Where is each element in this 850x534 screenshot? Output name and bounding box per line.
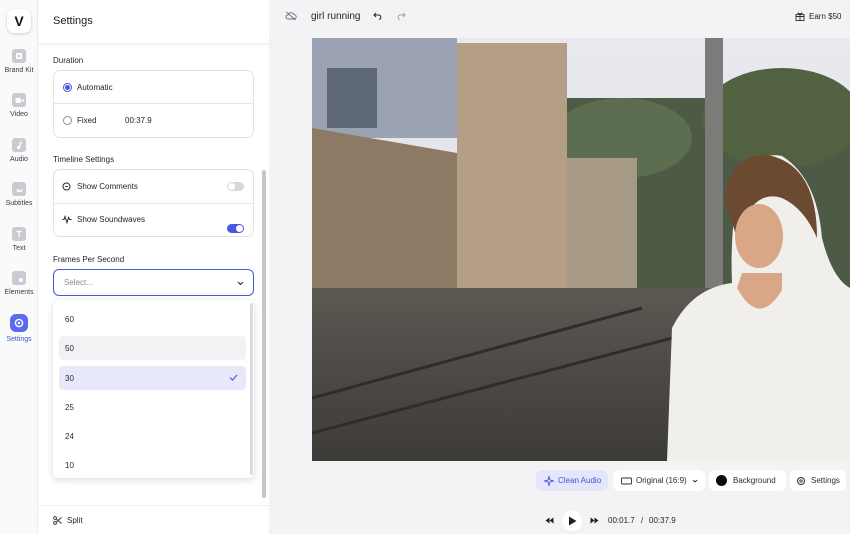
earn-button[interactable]: Earn $50 (809, 12, 841, 21)
undo-icon[interactable] (373, 12, 382, 22)
time-separator: / (641, 516, 644, 525)
text-icon (12, 227, 26, 241)
timeline-divider (54, 203, 253, 204)
rail-label-elements: Elements (4, 289, 34, 296)
background-color-swatch (716, 475, 727, 486)
fixed-radio[interactable] (63, 116, 72, 125)
rail-label-brand-kit: Brand Kit (4, 67, 34, 74)
rail-item-elements[interactable]: Elements (0, 271, 38, 296)
timeline-settings-heading: Timeline Settings (53, 155, 115, 164)
scissors-icon (53, 516, 62, 527)
total-time: 00:37.9 (649, 516, 676, 525)
video-preview[interactable] (312, 38, 850, 461)
gear-icon (797, 476, 805, 485)
video-icon (12, 93, 26, 107)
show-soundwaves-toggle[interactable] (227, 224, 244, 233)
show-soundwaves-label: Show Soundwaves (77, 215, 146, 224)
automatic-label: Automatic (77, 83, 113, 92)
fps-option-hovered[interactable]: 50 (59, 336, 246, 360)
rail-item-text[interactable]: Text (0, 227, 38, 252)
fps-option[interactable]: 25 (59, 395, 246, 419)
fps-option[interactable]: 24 (59, 424, 246, 448)
rail-label-text: Text (12, 245, 26, 252)
background-label: Background (733, 476, 776, 485)
rewind-icon[interactable] (545, 517, 554, 526)
background-button[interactable]: Background (709, 470, 786, 491)
fps-heading: Frames Per Second (53, 255, 125, 264)
duration-heading: Duration (53, 56, 84, 65)
aspect-ratio-icon (621, 477, 632, 484)
rail-item-subtitles[interactable]: Subtitles (0, 182, 38, 207)
redo-icon[interactable] (397, 12, 406, 22)
fps-option[interactable]: 60 (59, 307, 246, 331)
fixed-label: Fixed (77, 116, 97, 125)
app-logo[interactable]: V (7, 9, 31, 33)
comment-icon (62, 182, 71, 193)
audio-icon (12, 138, 26, 152)
brand-kit-icon (12, 49, 26, 63)
fast-forward-icon[interactable] (590, 517, 599, 526)
video-settings-button[interactable]: Settings (790, 470, 846, 491)
play-button[interactable] (562, 511, 582, 531)
automatic-radio[interactable] (63, 83, 72, 92)
aspect-ratio-select[interactable]: Original (16:9) (613, 470, 705, 491)
rail-label-settings: Settings (6, 336, 32, 343)
rail-item-settings[interactable]: Settings (0, 314, 38, 343)
show-comments-label: Show Comments (77, 182, 138, 191)
rail-item-video[interactable]: Video (0, 93, 38, 118)
check-icon (229, 374, 238, 381)
fps-option-selected[interactable]: 30 (59, 366, 246, 390)
clean-audio-label: Clean Audio (558, 476, 602, 485)
panel-scrollbar[interactable] (262, 170, 266, 498)
chevron-down-icon (692, 479, 698, 483)
fixed-duration-value[interactable]: 00:37.9 (125, 116, 152, 125)
show-comments-toggle[interactable] (227, 182, 244, 191)
fps-select-placeholder: Select... (64, 278, 93, 287)
cloud-off-icon[interactable] (285, 11, 297, 23)
rail-label-video: Video (10, 111, 28, 118)
left-rail (0, 0, 38, 534)
gift-icon (795, 11, 805, 23)
settings-icon (10, 314, 28, 332)
rail-label-subtitles: Subtitles (5, 200, 33, 207)
elements-icon (12, 271, 26, 285)
play-icon (569, 516, 577, 526)
chevron-down-icon (237, 279, 244, 288)
rail-item-brand-kit[interactable]: Brand Kit (0, 49, 38, 74)
rail-label-audio: Audio (10, 156, 28, 163)
sparkle-icon (544, 475, 554, 486)
duration-divider (54, 103, 253, 104)
video-settings-label: Settings (811, 476, 840, 485)
dropdown-scrollbar[interactable] (250, 303, 253, 475)
fps-option[interactable]: 10 (59, 453, 246, 477)
duration-card (53, 70, 254, 138)
rail-item-audio[interactable]: Audio (0, 138, 38, 163)
soundwave-icon (62, 214, 72, 226)
project-name[interactable]: girl running (311, 11, 360, 22)
subtitles-icon (12, 182, 26, 196)
panel-title: Settings (53, 15, 93, 27)
split-button[interactable]: Split (67, 516, 83, 525)
clean-audio-button[interactable]: Clean Audio (536, 470, 608, 491)
current-time: 00:01.7 (608, 516, 635, 525)
aspect-ratio-label: Original (16:9) (636, 476, 687, 485)
